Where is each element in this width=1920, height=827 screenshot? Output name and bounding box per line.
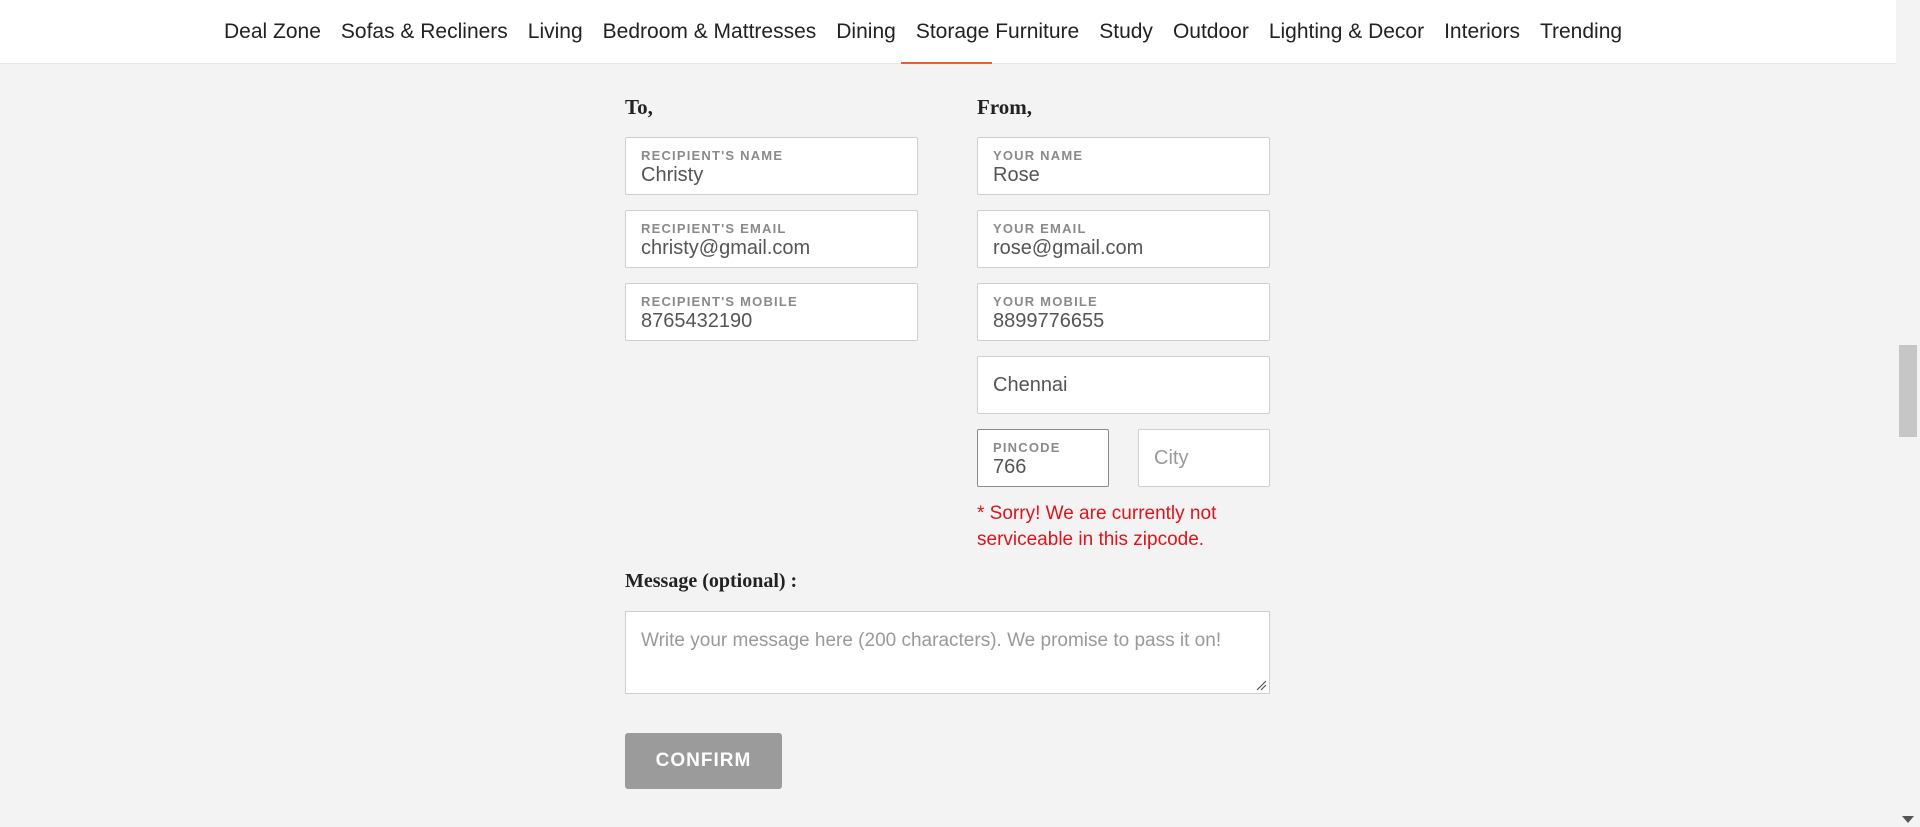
nav-item-interiors[interactable]: Interiors (1434, 0, 1530, 63)
message-textarea[interactable]: Write your message here (200 characters)… (625, 611, 1270, 694)
your-mobile-label: YOUR MOBILE (993, 294, 1098, 309)
your-name-value[interactable]: Rose (993, 164, 1254, 187)
pincode-label: PINCODE (993, 440, 1061, 455)
recipient-name-field[interactable]: RECIPIENT'S NAME Christy (625, 137, 918, 195)
city-placeholder[interactable]: City (1154, 430, 1188, 486)
recipient-name-label: RECIPIENT'S NAME (641, 148, 784, 163)
your-email-value[interactable]: rose@gmail.com (993, 237, 1254, 260)
your-mobile-value[interactable]: 8899776655 (993, 310, 1254, 333)
your-name-field[interactable]: YOUR NAME Rose (977, 137, 1270, 195)
nav-item-lighting-decor[interactable]: Lighting & Decor (1259, 0, 1434, 63)
resize-handle-icon[interactable] (1255, 679, 1267, 691)
nav-item-sofas-recliners[interactable]: Sofas & Recliners (331, 0, 518, 63)
scroll-down-arrow-icon[interactable] (1902, 816, 1914, 823)
recipient-name-value[interactable]: Christy (641, 164, 902, 187)
recipient-email-label: RECIPIENT'S EMAIL (641, 221, 787, 236)
pincode-value[interactable]: 766 (993, 456, 1093, 479)
nav-item-study[interactable]: Study (1089, 0, 1163, 63)
nav-item-outdoor[interactable]: Outdoor (1163, 0, 1259, 63)
address-value[interactable]: Chennai (993, 357, 1068, 413)
nav-item-trending[interactable]: Trending (1530, 0, 1632, 63)
recipient-mobile-value[interactable]: 8765432190 (641, 310, 902, 333)
your-email-label: YOUR EMAIL (993, 221, 1087, 236)
recipient-email-field[interactable]: RECIPIENT'S EMAIL christy@gmail.com (625, 210, 918, 268)
nav-active-underline (901, 62, 992, 64)
top-navigation: Deal Zone Sofas & Recliners Living Bedro… (0, 0, 1896, 64)
nav-item-living[interactable]: Living (518, 0, 593, 63)
scrollbar-thumb[interactable] (1899, 345, 1917, 437)
pincode-field[interactable]: PINCODE 766 (977, 429, 1109, 487)
nav-item-deal-zone[interactable]: Deal Zone (214, 0, 331, 63)
your-mobile-field[interactable]: YOUR MOBILE 8899776655 (977, 283, 1270, 341)
scrollbar[interactable] (1896, 63, 1920, 827)
address-field[interactable]: Chennai (977, 356, 1270, 414)
city-field[interactable]: City (1138, 429, 1270, 487)
nav-list: Deal Zone Sofas & Recliners Living Bedro… (214, 0, 1632, 63)
message-placeholder: Write your message here (200 characters)… (641, 630, 1222, 651)
your-email-field[interactable]: YOUR EMAIL rose@gmail.com (977, 210, 1270, 268)
to-section-title: To, (625, 95, 653, 119)
pincode-error-message: * Sorry! We are currently not serviceabl… (977, 503, 1217, 550)
recipient-mobile-label: RECIPIENT'S MOBILE (641, 294, 798, 309)
recipient-mobile-field[interactable]: RECIPIENT'S MOBILE 8765432190 (625, 283, 918, 341)
nav-item-storage-furniture[interactable]: Storage Furniture (906, 0, 1089, 63)
confirm-button[interactable]: CONFIRM (625, 733, 782, 789)
recipient-email-value[interactable]: christy@gmail.com (641, 237, 902, 260)
your-name-label: YOUR NAME (993, 148, 1084, 163)
message-section-title: Message (optional) : (625, 570, 798, 592)
from-section-title: From, (977, 95, 1033, 119)
nav-item-dining[interactable]: Dining (826, 0, 906, 63)
nav-item-bedroom-mattresses[interactable]: Bedroom & Mattresses (593, 0, 827, 63)
